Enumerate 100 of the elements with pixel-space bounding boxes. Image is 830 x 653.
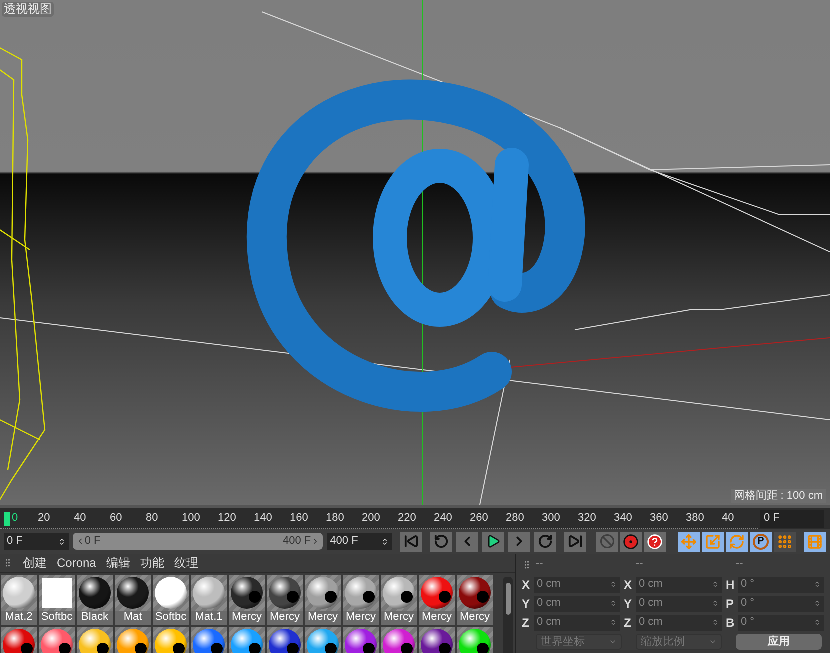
coordinate-field[interactable]: 0 ° (738, 596, 824, 612)
3d-viewport[interactable]: 透视视图 网格间距 : 100 cm (0, 0, 830, 505)
frame-tick-label: 40 (722, 510, 736, 526)
playhead-marker[interactable] (4, 512, 10, 526)
material-name: Softbc (155, 611, 187, 624)
spinner-icon (58, 538, 66, 546)
frame-tick-label: 180 (326, 510, 346, 526)
menu-item[interactable]: 编辑 (106, 554, 130, 572)
tool-button[interactable] (774, 532, 796, 552)
coordinate-field[interactable]: 0 cm (534, 596, 620, 612)
tool-button[interactable] (702, 532, 724, 552)
scrollbar[interactable] (503, 577, 513, 653)
axis-label: H (726, 576, 736, 594)
range-min-label: 0 F (84, 534, 101, 550)
frame-tick-label: 40 (74, 510, 88, 526)
coordinate-field[interactable]: 0 ° (738, 576, 824, 592)
previous-key-icon (434, 534, 448, 549)
axis-label: X (624, 576, 634, 594)
spinner-icon (712, 581, 719, 588)
material-swatch[interactable]: Softbc (39, 575, 75, 625)
material-name: Mat.1 (195, 611, 223, 624)
frame-range-slider[interactable]: 0 F 400 F (72, 533, 324, 550)
tool-button[interactable] (804, 532, 826, 552)
axis-label: B (726, 614, 736, 632)
frame-tick-label: 20 (38, 510, 52, 526)
apply-button[interactable]: 应用 (736, 634, 822, 650)
spinner-icon (814, 581, 821, 588)
end-frame-field[interactable]: 400 F (327, 533, 392, 550)
spinner-icon (610, 619, 617, 626)
scale-icon (705, 534, 721, 550)
frame-tick-label: 320 (578, 510, 598, 526)
material-name: Black (82, 611, 108, 624)
dropdown-caret-icon (609, 638, 617, 646)
tool-button[interactable] (678, 532, 700, 552)
frame-tick-label: 120 (218, 510, 238, 526)
frame-tick-label: 340 (614, 510, 634, 526)
axis-label: Y (522, 596, 532, 612)
menu-item[interactable]: 功能 (140, 554, 164, 572)
material-swatch[interactable]: Softbc (153, 575, 189, 625)
spinner-icon (610, 581, 617, 588)
material-name: Mercy (460, 611, 490, 624)
grid-spacing-label: 网格间距 : 100 cm (730, 489, 826, 503)
material-name: Mercy (308, 611, 338, 624)
coordinate-field[interactable]: 0 cm (636, 596, 722, 612)
axis-label: P (726, 596, 736, 612)
range-max-label: 400 F (283, 534, 312, 550)
material-swatch[interactable]: Mat (115, 575, 151, 625)
skip-end-icon (568, 534, 582, 549)
start-frame-field[interactable]: 0 F (4, 533, 69, 550)
viewport-title: 透视视图 (2, 2, 54, 17)
material-name: Mercy (270, 611, 300, 624)
spinner-icon (712, 619, 719, 626)
frame-tick-label: 380 (686, 510, 706, 526)
transport-button[interactable] (482, 532, 504, 552)
material-swatch[interactable]: Mercy (381, 575, 417, 625)
disabled-circle-icon (600, 534, 614, 549)
material-swatch[interactable]: Mercy (267, 575, 303, 625)
tool-button[interactable] (726, 532, 748, 552)
material-name: Mat (124, 611, 142, 624)
dropdown-caret-icon (709, 638, 717, 646)
panel-grip-icon (3, 558, 13, 568)
spinner-icon (814, 619, 821, 626)
material-swatch[interactable]: Mercy (305, 575, 341, 625)
axis-label: Y (624, 596, 634, 612)
spinner-icon (381, 538, 389, 546)
move-icon (681, 534, 697, 550)
material-swatch[interactable]: Mercy (343, 575, 379, 625)
help-icon (647, 534, 663, 550)
menu-item[interactable]: Corona (57, 554, 96, 572)
coordinate-field[interactable]: 0 ° (738, 614, 824, 630)
current-frame-field[interactable]: 0 F (760, 510, 824, 528)
material-swatch[interactable]: Mercy (457, 575, 493, 625)
coordinate-field[interactable]: 0 cm (636, 576, 722, 592)
material-swatch[interactable]: Mercy (419, 575, 455, 625)
coordinate-field[interactable]: 0 cm (636, 614, 722, 630)
material-swatch[interactable]: Mercy (229, 575, 265, 625)
material-swatch[interactable]: Mat.1 (191, 575, 227, 625)
material-name: Mat.2 (5, 611, 33, 624)
material-name: Mercy (422, 611, 452, 624)
spinner-icon (712, 600, 719, 607)
rotate-icon (729, 534, 745, 550)
material-swatch[interactable]: Mat.2 (1, 575, 37, 625)
record-icon (623, 534, 639, 550)
dots-grid-icon (777, 534, 793, 550)
coordinate-field[interactable]: 0 cm (534, 614, 620, 630)
material-swatch[interactable]: Black (77, 575, 113, 625)
column-header: -- (736, 557, 744, 572)
tool-button[interactable]: P (750, 532, 772, 552)
frame-tick-label: 260 (470, 510, 490, 526)
material-name: Mercy (232, 611, 262, 624)
menu-item[interactable]: 创建 (23, 554, 47, 572)
frame-tick-label: 60 (110, 510, 124, 526)
next-key-icon (538, 534, 552, 549)
frame-tick-label: 100 (182, 510, 202, 526)
menu-item[interactable]: 纹理 (174, 554, 198, 572)
coordinate-field[interactable]: 0 cm (534, 576, 620, 592)
spinner-icon (814, 600, 821, 607)
skip-start-icon (404, 534, 418, 549)
keyframe-button[interactable] (644, 532, 666, 552)
axis-label: X (522, 576, 532, 594)
